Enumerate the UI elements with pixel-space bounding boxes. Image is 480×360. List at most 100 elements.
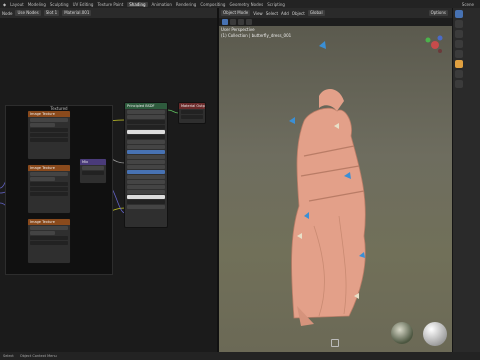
3d-viewport[interactable]: User Perspective (1) Collection | butter… [219,26,452,352]
node-field[interactable] [127,125,165,129]
node-field[interactable] [30,172,68,176]
node-field[interactable] [127,170,165,174]
node-field[interactable] [127,165,165,169]
butterfly-icon [289,117,295,124]
node-field[interactable] [30,192,68,196]
cursor-icon[interactable] [230,19,236,25]
node-field[interactable] [30,123,56,127]
slot-select[interactable]: Slot 1 [43,10,60,16]
node-field[interactable] [30,177,56,181]
node-field[interactable] [127,195,165,199]
node-field[interactable] [30,182,68,186]
node-field[interactable] [30,138,68,142]
select-box-icon[interactable] [222,19,228,25]
render-icon[interactable] [455,20,463,28]
butterfly-icon [304,212,309,219]
move-icon[interactable] [238,19,244,25]
tab-geometry-nodes[interactable]: Geometry Nodes [229,2,263,7]
status-select: Select [3,354,14,358]
scene-icon[interactable] [455,40,463,48]
camera-icon[interactable] [331,339,339,347]
mode-select[interactable]: Object Mode [221,10,251,16]
node-field[interactable] [30,231,56,235]
tab-texture-paint[interactable]: Texture Paint [97,2,123,7]
material-output-node[interactable]: Material Output [178,102,206,124]
tab-compositing[interactable]: Compositing [200,2,225,7]
tab-animation[interactable]: Animation [152,2,172,7]
tab-modeling[interactable]: Modeling [28,2,46,7]
modifier-icon[interactable] [455,70,463,78]
editor-mode-label[interactable]: Node [2,11,12,16]
menu-object[interactable]: Object [292,11,305,16]
options-button[interactable]: Options [428,10,448,16]
node-field[interactable] [127,150,165,154]
hdri-preview-sphere [391,322,413,344]
use-nodes-checkbox[interactable]: Use Nodes [15,10,41,16]
rotate-icon[interactable] [246,19,252,25]
node-field[interactable] [127,135,165,139]
image-texture-node[interactable]: Image Texture [27,218,71,264]
node-field[interactable] [127,200,165,204]
menu-select[interactable]: Select [266,11,278,16]
node-field[interactable] [127,140,165,144]
node-title: Image Texture [28,165,70,171]
node-title: Mix [80,159,106,165]
viewport-header: Object Mode View Select Add Object Globa… [219,8,452,18]
node-title: Image Texture [28,219,70,225]
tab-layout[interactable]: Layout [10,2,24,7]
node-field[interactable] [127,190,165,194]
status-bar: Select Object Context Menu [0,352,480,360]
node-field[interactable] [82,166,104,170]
node-field[interactable] [82,171,104,175]
orientation-select[interactable]: Global [307,10,325,16]
node-field[interactable] [127,180,165,184]
material-select[interactable]: Material.001 [62,10,92,16]
node-field[interactable] [30,241,68,245]
output-icon[interactable] [455,30,463,38]
world-icon[interactable] [455,50,463,58]
navigation-gizmo[interactable] [424,34,446,56]
node-field[interactable] [30,187,68,191]
node-field[interactable] [30,133,68,137]
node-field[interactable] [181,110,203,114]
menu-add[interactable]: Add [281,11,289,16]
butterfly-icon [359,252,365,258]
image-texture-node[interactable]: Image Texture [27,110,71,160]
node-field[interactable] [127,175,165,179]
principled-bsdf-node[interactable]: Principled BSDF [124,102,168,228]
node-field[interactable] [127,205,165,209]
tool-icon[interactable] [455,10,463,18]
scene-selector[interactable]: Scene [462,2,474,7]
blender-logo-icon[interactable]: ◆ [3,2,6,7]
butterflies [289,41,365,299]
node-field[interactable] [127,130,165,134]
tab-sculpting[interactable]: Sculpting [50,2,69,7]
node-field[interactable] [127,185,165,189]
node-field[interactable] [30,226,68,230]
image-texture-node[interactable]: Image Texture [27,164,71,214]
butterfly-icon [319,41,326,49]
node-field[interactable] [127,110,165,114]
tab-uv-editing[interactable]: UV Editing [73,2,94,7]
object-icon[interactable] [455,60,463,68]
node-field[interactable] [127,120,165,124]
node-field[interactable] [127,160,165,164]
status-context-menu: Object Context Menu [19,354,57,358]
node-editor-header: Node Use Nodes Slot 1 Material.001 [0,8,217,18]
tab-rendering[interactable]: Rendering [176,2,196,7]
tab-scripting[interactable]: Scripting [267,2,285,7]
node-field[interactable] [30,236,68,240]
workspace-tabs-bar: ◆ Layout Modeling Sculpting UV Editing T… [0,0,480,8]
mix-node[interactable]: Mix [79,158,107,184]
tab-shading[interactable]: Shading [127,1,148,7]
node-field[interactable] [127,155,165,159]
node-title: Material Output [179,103,206,109]
node-field[interactable] [30,118,68,122]
node-field[interactable] [181,115,203,119]
butterfly-icon [344,172,351,179]
node-field[interactable] [30,128,68,132]
node-field[interactable] [127,145,165,149]
node-field[interactable] [127,115,165,119]
material-icon[interactable] [455,80,463,88]
menu-view[interactable]: View [253,11,263,16]
